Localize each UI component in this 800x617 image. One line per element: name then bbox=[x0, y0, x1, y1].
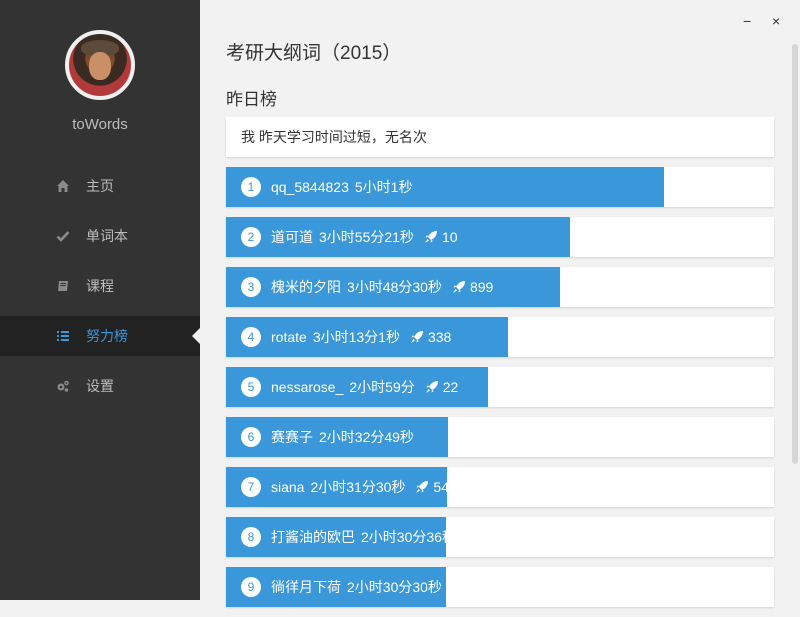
user-name: nessarose_ bbox=[271, 379, 344, 395]
close-button[interactable]: × bbox=[772, 14, 780, 28]
rocket-count-value: 338 bbox=[427, 329, 452, 345]
rank-content: 1 qq_5844823 5小时1秒 bbox=[241, 167, 412, 207]
avatar[interactable] bbox=[65, 30, 135, 100]
my-rank-card: 我 昨天学习时间过短，无名次 bbox=[226, 117, 774, 157]
rank-number: 9 bbox=[241, 577, 261, 597]
rank-content: 4 rotate 3小时13分1秒 338 bbox=[241, 317, 451, 357]
user-name: 道可道 bbox=[271, 229, 313, 245]
rank-row[interactable]: 3 槐米的夕阳 3小时48分30秒 899 bbox=[226, 267, 774, 307]
gears-icon bbox=[57, 380, 69, 392]
rocket-count-value: 899 bbox=[469, 279, 494, 295]
rank-number: 6 bbox=[241, 427, 261, 447]
rank-number: 7 bbox=[241, 477, 261, 497]
study-time: 2小时59分 bbox=[349, 379, 415, 395]
rank-content: 8 打酱油的欧巴 2小时30分36秒 bbox=[241, 517, 456, 557]
rank-content: 9 徜徉月下荷 2小时30分30秒 4 bbox=[241, 567, 478, 607]
rocket-icon bbox=[452, 581, 465, 593]
rank-content: 7 siana 2小时31分30秒 54 bbox=[241, 467, 449, 507]
study-time: 3小时55分21秒 bbox=[319, 229, 414, 245]
rank-row[interactable]: 4 rotate 3小时13分1秒 338 bbox=[226, 317, 774, 357]
study-time: 3小时13分1秒 bbox=[312, 329, 400, 345]
user-name: rotate bbox=[271, 329, 307, 345]
sidebar-item-label: 主页 bbox=[86, 178, 114, 194]
rocket-icon bbox=[425, 381, 438, 393]
rocket-count-value: 22 bbox=[442, 379, 459, 395]
rocket-count-value: 54 bbox=[433, 479, 449, 495]
rank-row[interactable]: 1 qq_5844823 5小时1秒 bbox=[226, 167, 774, 207]
user-name: siana bbox=[271, 479, 305, 495]
user-name: 赛赛子 bbox=[271, 429, 313, 445]
sidebar-item-label: 单词本 bbox=[86, 228, 128, 244]
scrollbar-thumb[interactable] bbox=[792, 44, 798, 464]
check-icon bbox=[56, 231, 70, 242]
study-time: 2小时32分49秒 bbox=[319, 429, 414, 445]
sidebar-item-leaderboard[interactable]: 努力榜 bbox=[0, 316, 200, 356]
sidebar-item-label: 课程 bbox=[86, 278, 114, 294]
sidebar-nav: 主页 单词本 课程 努力榜 设置 bbox=[0, 166, 200, 416]
user-name: 徜徉月下荷 bbox=[271, 579, 341, 595]
rank-row[interactable]: 7 siana 2小时31分30秒 54 bbox=[226, 467, 774, 507]
rocket-count-value: 10 bbox=[441, 229, 458, 245]
rocket-count: 4 bbox=[452, 579, 478, 595]
rank-content: 6 赛赛子 2小时32分49秒 bbox=[241, 417, 414, 457]
sidebar-item-label: 努力榜 bbox=[86, 328, 128, 344]
book-icon bbox=[58, 281, 68, 291]
rank-row[interactable]: 6 赛赛子 2小时32分49秒 bbox=[226, 417, 774, 457]
study-time: 2小时30分36秒 bbox=[361, 529, 456, 545]
rocket-icon bbox=[416, 481, 429, 493]
sidebar-item-label: 设置 bbox=[86, 378, 114, 394]
sidebar-item-courses[interactable]: 课程 bbox=[0, 266, 200, 306]
study-time: 5小时1秒 bbox=[354, 179, 413, 195]
rank-content: 3 槐米的夕阳 3小时48分30秒 899 bbox=[241, 267, 493, 307]
rocket-count: 338 bbox=[410, 329, 451, 345]
rocket-count: 10 bbox=[424, 229, 458, 245]
rank-row[interactable]: 2 道可道 3小时55分21秒 10 bbox=[226, 217, 774, 257]
user-name: 打酱油的欧巴 bbox=[271, 529, 355, 545]
rank-content: 5 nessarose_ 2小时59分 22 bbox=[241, 367, 458, 407]
avatar-face bbox=[89, 52, 111, 80]
rocket-count: 899 bbox=[452, 279, 493, 295]
rank-number: 2 bbox=[241, 227, 261, 247]
rocket-count: 54 bbox=[415, 479, 449, 495]
rank-row[interactable]: 8 打酱油的欧巴 2小时30分36秒 bbox=[226, 517, 774, 557]
study-time: 2小时31分30秒 bbox=[310, 479, 406, 495]
sidebar: toWords 主页 单词本 课程 努力榜 设置 bbox=[0, 0, 200, 600]
sidebar-item-wordbook[interactable]: 单词本 bbox=[0, 216, 200, 256]
brand-name: toWords bbox=[72, 116, 128, 133]
rocket-count-value: 4 bbox=[469, 579, 478, 595]
rocket-count: 22 bbox=[425, 379, 459, 395]
rocket-icon bbox=[452, 281, 465, 293]
minimize-button[interactable]: − bbox=[743, 14, 751, 28]
rank-number: 3 bbox=[241, 277, 261, 297]
rank-number: 8 bbox=[241, 527, 261, 547]
rank-row[interactable]: 9 徜徉月下荷 2小时30分30秒 4 bbox=[226, 567, 774, 607]
rank-number: 4 bbox=[241, 327, 261, 347]
user-name: qq_5844823 bbox=[271, 179, 349, 195]
section-title: 昨日榜 bbox=[226, 90, 277, 109]
home-icon bbox=[57, 180, 69, 192]
rank-row[interactable]: 5 nessarose_ 2小时59分 22 bbox=[226, 367, 774, 407]
rank-list: 1 qq_5844823 5小时1秒 2 道可道 3小时55分21秒 10 3 槐米的夕阳 3小时… bbox=[226, 167, 774, 617]
rank-content: 2 道可道 3小时55分21秒 10 bbox=[241, 217, 458, 257]
page-title: 考研大纲词（2015） bbox=[226, 43, 402, 64]
study-time: 3小时48分30秒 bbox=[347, 279, 442, 295]
study-time: 2小时30分30秒 bbox=[347, 579, 442, 595]
rank-number: 5 bbox=[241, 377, 261, 397]
user-name: 槐米的夕阳 bbox=[271, 279, 341, 295]
rocket-icon bbox=[424, 231, 437, 243]
sidebar-item-settings[interactable]: 设置 bbox=[0, 366, 200, 406]
list-icon bbox=[57, 331, 69, 341]
rank-number: 1 bbox=[241, 177, 261, 197]
rocket-icon bbox=[410, 331, 423, 343]
sidebar-item-home[interactable]: 主页 bbox=[0, 166, 200, 206]
